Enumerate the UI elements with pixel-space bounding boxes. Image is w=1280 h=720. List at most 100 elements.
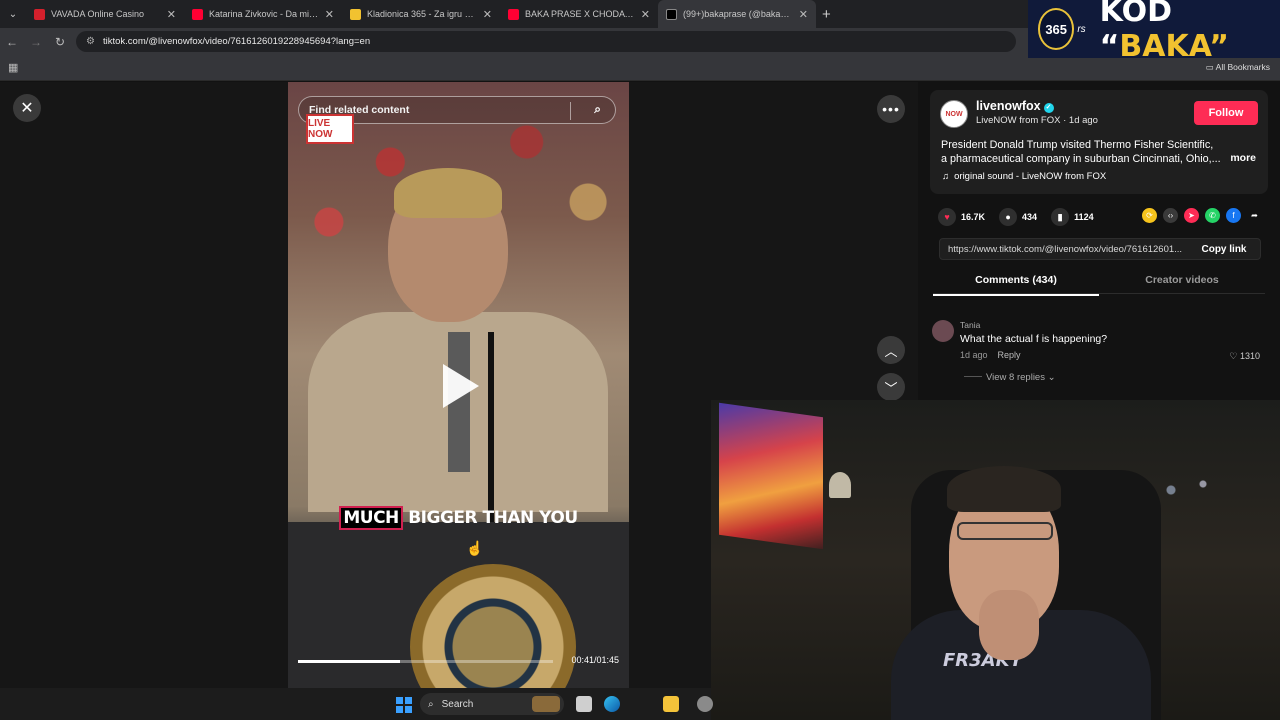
promo-code-text: KOD “BAKA” — [1100, 0, 1280, 64]
tab-title: (99+)bakaprase (@bakaprase) | — [683, 9, 793, 19]
chevron-down-icon: ⌄ — [1047, 372, 1056, 383]
send-icon[interactable]: ➤ — [1184, 208, 1199, 223]
caption-rest: BIGGER THAN YOU — [408, 508, 578, 528]
youtube-favicon-icon — [508, 8, 519, 20]
share-link-box: https://www.tiktok.com/@livenowfox/video… — [939, 238, 1261, 260]
reload-icon[interactable]: ↻ — [48, 35, 72, 49]
commenter-name[interactable]: Tania — [960, 320, 980, 330]
webcam-tv-fireplace — [719, 402, 823, 550]
search-icon[interactable]: ⌕ — [594, 102, 601, 117]
close-tab-icon[interactable]: ✕ — [641, 8, 650, 21]
apps-grid-icon[interactable]: ▦ — [8, 61, 18, 74]
livenow-logo-text: LIVE NOW — [308, 118, 333, 140]
new-tab-button[interactable]: + — [822, 6, 831, 23]
commenter-avatar[interactable] — [932, 320, 954, 342]
tab-creator-videos[interactable]: Creator videos — [1099, 274, 1265, 286]
embed-icon[interactable]: ‹› — [1163, 208, 1178, 223]
video-progress-bar[interactable] — [298, 660, 553, 663]
browser-tab-2[interactable]: Katarina Zivkovic - Da mi je - 20 ✕ — [184, 0, 342, 28]
url-input[interactable]: ⚙ tiktok.com/@livenowfox/video/761612601… — [76, 31, 1016, 52]
search-divider — [570, 102, 571, 120]
view-replies-label: View 8 replies — [986, 372, 1045, 383]
replies-divider — [964, 376, 982, 377]
save-button[interactable]: ▮ 1124 — [1051, 208, 1094, 226]
promo-logo-suffix: rs — [1077, 23, 1086, 35]
more-options-button[interactable]: ••• — [877, 95, 905, 123]
webcam-streamer-glasses — [957, 522, 1053, 540]
webcam-lamp — [829, 472, 851, 498]
copy-link-button[interactable]: Copy link — [1188, 239, 1260, 259]
tab-title: VAVADA Online Casino — [51, 9, 145, 19]
comment-like-button[interactable]: ♡ 1310 — [1229, 351, 1260, 362]
avatar[interactable]: NOW — [940, 100, 968, 128]
music-note-icon: ♫ — [942, 171, 950, 182]
video-frame-microphone — [488, 332, 494, 522]
comment-count: 434 — [1022, 212, 1038, 222]
promo-logo-text: 365 — [1045, 21, 1068, 37]
youtube-favicon-icon — [192, 8, 203, 20]
close-video-button[interactable]: ✕ — [13, 94, 41, 122]
promo-code-suffix: ” — [1209, 29, 1229, 64]
tab-title: BAKA PRASE X CHODA - BETMI — [525, 9, 635, 19]
post-time: 1d ago — [1068, 115, 1098, 126]
taskbar-search[interactable]: ⌕ Search — [420, 693, 564, 715]
search-highlight-icon — [532, 696, 560, 712]
file-explorer-icon[interactable] — [663, 696, 679, 712]
facebook-icon[interactable]: f — [1226, 208, 1241, 223]
taskbar: ⌕ Search — [0, 688, 713, 720]
tiktok-favicon-icon — [666, 8, 677, 20]
post-description: President Donald Trump visited Thermo Fi… — [941, 139, 1221, 165]
reply-button[interactable]: Reply — [998, 350, 1021, 360]
play-icon[interactable] — [443, 364, 479, 408]
url-text: tiktok.com/@livenowfox/video/76161260192… — [102, 36, 371, 47]
next-video-button[interactable]: ﹀ — [877, 373, 905, 401]
screen: ⌄ VAVADA Online Casino ✕ Katarina Zivkov… — [0, 0, 1280, 720]
promo-code-highlight: BAKA — [1119, 29, 1210, 64]
post-info-card: NOW livenowfox ✓ LiveNOW from FOX · 1d ag… — [930, 90, 1268, 194]
browser-tab-5-active[interactable]: (99+)bakaprase (@bakaprase) | ✕ — [658, 0, 816, 28]
windows-start-icon[interactable] — [396, 697, 412, 713]
follow-button[interactable]: Follow — [1194, 101, 1258, 125]
tab-comments[interactable]: Comments (434) — [933, 274, 1099, 296]
forward-arrow-icon[interactable]: → — [24, 35, 48, 49]
repost-icon[interactable]: ⟳ — [1142, 208, 1157, 223]
close-tab-icon[interactable]: ✕ — [167, 8, 176, 21]
taskbar-search-label: Search — [441, 698, 474, 710]
save-count: 1124 — [1074, 212, 1094, 222]
video-player[interactable]: Find related content ⌕ LIVE NOW MUCH BIG… — [288, 82, 629, 688]
author-display-name: LiveNOW from FOX — [976, 115, 1061, 126]
browser-tab-4[interactable]: BAKA PRASE X CHODA - BETMI ✕ — [500, 0, 658, 28]
settings-gear-icon[interactable] — [697, 696, 713, 712]
sound-link[interactable]: ♫ original sound - LiveNOW from FOX — [942, 171, 1106, 182]
edge-browser-icon[interactable] — [604, 696, 620, 712]
verified-badge-icon: ✓ — [1043, 103, 1054, 113]
comment-button[interactable]: ● 434 — [999, 208, 1037, 226]
author-username[interactable]: livenowfox ✓ — [976, 99, 1054, 113]
view-replies-button[interactable]: View 8 replies ⌄ — [964, 372, 1056, 383]
back-arrow-icon[interactable]: ← — [0, 35, 24, 49]
video-caption: MUCH BIGGER THAN YOU — [288, 506, 629, 530]
video-time: 00:41/01:45 — [571, 655, 619, 665]
browser-tab-3[interactable]: Kladionica 365 - Za igru sa druš ✕ — [342, 0, 500, 28]
share-arrow-icon[interactable]: ➦ — [1247, 208, 1262, 223]
share-url-text[interactable]: https://www.tiktok.com/@livenowfox/video… — [948, 244, 1188, 255]
promo-logo: 365 — [1038, 8, 1075, 50]
site-info-icon[interactable]: ⚙ — [86, 36, 95, 47]
close-tab-icon[interactable]: ✕ — [799, 8, 808, 21]
task-view-icon[interactable] — [576, 696, 592, 712]
whatsapp-icon[interactable]: ✆ — [1205, 208, 1220, 223]
post-info-panel: NOW livenowfox ✓ LiveNOW from FOX · 1d ag… — [918, 82, 1280, 400]
description-more-link[interactable]: more — [1230, 152, 1256, 164]
comment-time: 1d ago — [960, 350, 988, 360]
browser-tab-1[interactable]: VAVADA Online Casino ✕ — [26, 0, 184, 28]
like-button[interactable]: ♥ 16.7K — [938, 208, 985, 226]
livenow-logo: LIVE NOW — [306, 114, 354, 144]
bookmark-icon: ▮ — [1051, 208, 1070, 226]
video-progress-fill — [298, 660, 400, 663]
previous-video-button[interactable]: ︿ — [877, 336, 905, 364]
close-tab-icon[interactable]: ✕ — [325, 8, 334, 21]
close-tab-icon[interactable]: ✕ — [483, 8, 492, 21]
panel-tabs: Comments (434) Creator videos — [933, 270, 1265, 296]
tab-search-icon[interactable]: ⌄ — [0, 0, 26, 28]
bookmarks-bar: ▦ ▭ All Bookmarks — [0, 55, 1280, 81]
